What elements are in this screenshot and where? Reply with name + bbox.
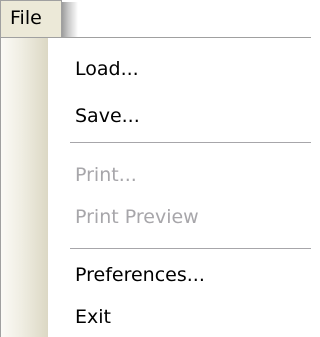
menu-item-save[interactable]: Save... — [75, 105, 140, 127]
menu-tab-shadow — [62, 2, 78, 37]
file-menu-screen: File Load... Save... Print... Print Prev… — [0, 0, 311, 337]
menu-separator — [70, 142, 311, 143]
menu-separator — [70, 248, 311, 249]
menu-item-print-preview[interactable]: Print Preview — [75, 206, 199, 228]
menu-item-load[interactable]: Load... — [75, 58, 139, 80]
menu-item-print[interactable]: Print... — [75, 164, 137, 186]
menu-item-preferences[interactable]: Preferences... — [75, 264, 205, 286]
file-dropdown-menu: Load... Save... Print... Print Preview P… — [0, 37, 311, 337]
file-menu-label: File — [10, 7, 42, 29]
file-menu-button[interactable]: File — [0, 0, 62, 37]
menu-item-exit[interactable]: Exit — [75, 306, 111, 328]
menu-icon-gutter — [1, 38, 48, 337]
